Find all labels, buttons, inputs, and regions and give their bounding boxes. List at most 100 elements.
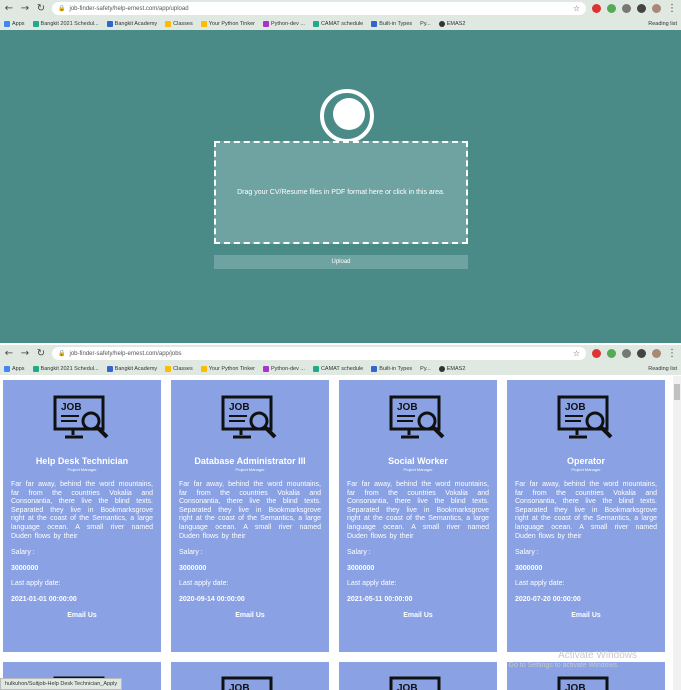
date-label: Last apply date: <box>11 580 61 588</box>
job-card: JOB Database Administrator III Project M… <box>171 380 329 652</box>
bookmark-item[interactable]: Bangkit 2021 Schedul... <box>32 20 99 27</box>
salary-value: 3000000 <box>11 565 39 573</box>
file-dropzone[interactable]: Drag your CV/Resume files in PDF format … <box>214 141 468 244</box>
back-icon[interactable]: ← <box>4 348 14 360</box>
salary-label: Salary : <box>11 549 35 557</box>
job-description: Far far away, behind the word mountains,… <box>179 481 321 540</box>
activate-windows-subtext: Go to Settings to activate Windows. <box>508 662 620 669</box>
bookmarks-bar: Apps Bangkit 2021 Schedul... Bangkit Aca… <box>0 362 681 375</box>
bookmark-item[interactable]: Classes <box>165 20 193 27</box>
svg-text:JOB: JOB <box>397 402 418 413</box>
bookmark-item[interactable]: Py... <box>420 366 431 372</box>
jobs-page: JOB Help Desk Technician Project Manager… <box>0 376 681 690</box>
job-computer-icon: JOB <box>53 395 109 439</box>
date-value: 2020-09-14 00:00:00 <box>179 596 245 604</box>
job-card: JOB <box>171 662 329 690</box>
extension-icon[interactable] <box>607 4 616 13</box>
scrollbar[interactable] <box>673 376 681 690</box>
job-card: JOB Operator Project Manager Far far awa… <box>507 380 665 652</box>
job-card: JOB Social Worker Project Manager Far fa… <box>339 380 497 652</box>
job-title: Social Worker <box>388 456 448 466</box>
forward-icon[interactable]: → <box>20 3 30 15</box>
job-card: JOB <box>339 662 497 690</box>
salary-label: Salary : <box>347 549 371 557</box>
bookmark-item[interactable]: CAMAT schedule <box>312 20 363 27</box>
address-bar[interactable]: 🔒 job-finder-safety/help-ernest.com/app/… <box>52 347 586 360</box>
svg-text:JOB: JOB <box>229 402 250 413</box>
date-label: Last apply date: <box>179 580 229 588</box>
logo-icon <box>320 89 374 143</box>
browser-toolbar: ← → ↻ 🔒 job-finder-safety/help-ernest.co… <box>0 345 681 362</box>
job-computer-icon: JOB <box>221 676 273 690</box>
job-description: Far far away, behind the word mountains,… <box>11 481 153 540</box>
bookmark-item[interactable]: EMAS2 <box>438 20 465 27</box>
email-us-link[interactable]: Email Us <box>11 612 153 619</box>
bookmark-item[interactable]: EMAS2 <box>438 365 465 372</box>
upload-button[interactable]: Upload <box>214 255 468 269</box>
job-subtitle: Project Manager <box>235 467 265 472</box>
bookmark-item[interactable]: Classes <box>165 365 193 372</box>
lock-icon: 🔒 <box>58 351 66 357</box>
browser-chrome-bottom: ← → ↻ 🔒 job-finder-safety/help-ernest.co… <box>0 345 681 375</box>
star-icon[interactable]: ☆ <box>573 4 580 13</box>
job-grid: JOB Help Desk Technician Project Manager… <box>3 380 665 690</box>
job-subtitle: Project Manager <box>67 467 97 472</box>
puzzle-icon[interactable] <box>637 349 646 358</box>
menu-icon[interactable]: ⋮ <box>667 3 677 15</box>
dropzone-text: Drag your CV/Resume files in PDF format … <box>237 189 445 196</box>
bookmark-item[interactable]: Your Python Tinker <box>200 365 255 372</box>
reading-list[interactable]: Reading list <box>648 21 677 27</box>
extension-icon[interactable] <box>622 4 631 13</box>
bookmark-item[interactable]: Bangkit Academy <box>106 365 157 372</box>
salary-label: Salary : <box>179 549 203 557</box>
bookmark-item[interactable]: Built-in Types <box>371 365 412 372</box>
reload-icon[interactable]: ↻ <box>36 3 46 15</box>
bookmark-item[interactable]: Python-dev ... <box>263 20 305 27</box>
date-value: 2021-01-01 00:00:00 <box>11 596 77 604</box>
menu-icon[interactable]: ⋮ <box>667 348 677 360</box>
job-computer-icon: JOB <box>389 676 441 690</box>
email-us-link[interactable]: Email Us <box>179 612 321 619</box>
reload-icon[interactable]: ↻ <box>36 348 46 360</box>
bookmark-item[interactable]: Your Python Tinker <box>200 20 255 27</box>
job-description: Far far away, behind the word mountains,… <box>347 481 489 540</box>
extension-icon[interactable] <box>607 349 616 358</box>
address-bar[interactable]: 🔒 job-finder-safety/help-ernest.com/app/… <box>52 2 586 15</box>
lock-icon: 🔒 <box>58 6 66 12</box>
activate-windows-watermark: Activate Windows <box>558 650 637 661</box>
forward-icon[interactable]: → <box>20 348 30 360</box>
bookmark-item[interactable]: Python-dev ... <box>263 365 305 372</box>
extension-icon[interactable] <box>622 349 631 358</box>
avatar[interactable] <box>652 349 661 358</box>
job-description: Far far away, behind the word mountains,… <box>515 481 657 540</box>
bookmark-item[interactable]: Apps <box>4 20 25 27</box>
extension-icon[interactable] <box>592 349 601 358</box>
date-label: Last apply date: <box>347 580 397 588</box>
job-computer-icon: JOB <box>389 395 445 439</box>
browser-toolbar: ← → ↻ 🔒 job-finder-safety/help-ernest.co… <box>0 0 681 17</box>
avatar[interactable] <box>652 4 661 13</box>
bookmark-item[interactable]: Apps <box>4 365 25 372</box>
bookmark-item[interactable]: Bangkit Academy <box>106 20 157 27</box>
email-us-link[interactable]: Email Us <box>347 612 489 619</box>
bookmark-item[interactable]: Built-in Types <box>371 20 412 27</box>
email-us-link[interactable]: Email Us <box>515 612 657 619</box>
reading-list[interactable]: Reading list <box>648 366 677 372</box>
bookmark-item[interactable]: CAMAT schedule <box>312 365 363 372</box>
upload-page: suitable Drag your CV/Resume files in PD… <box>0 30 681 343</box>
date-value: 2020-07-20 00:00:00 <box>515 596 581 604</box>
bookmark-item[interactable]: Py... <box>420 21 431 27</box>
extension-icon[interactable] <box>592 4 601 13</box>
bookmark-item[interactable]: Bangkit 2021 Schedul... <box>32 365 99 372</box>
star-icon[interactable]: ☆ <box>573 349 580 358</box>
salary-value: 3000000 <box>347 565 375 573</box>
puzzle-icon[interactable] <box>637 4 646 13</box>
date-value: 2021-05-11 00:00:00 <box>347 596 413 604</box>
job-subtitle: Project Manager <box>571 467 601 472</box>
scrollbar-thumb[interactable] <box>674 384 680 400</box>
url-text: job-finder-safety/help-ernest.com/app/up… <box>69 5 189 12</box>
svg-text:JOB: JOB <box>565 683 586 690</box>
back-icon[interactable]: ← <box>4 3 14 15</box>
salary-value: 3000000 <box>179 565 207 573</box>
job-title: Database Administrator III <box>194 456 306 466</box>
